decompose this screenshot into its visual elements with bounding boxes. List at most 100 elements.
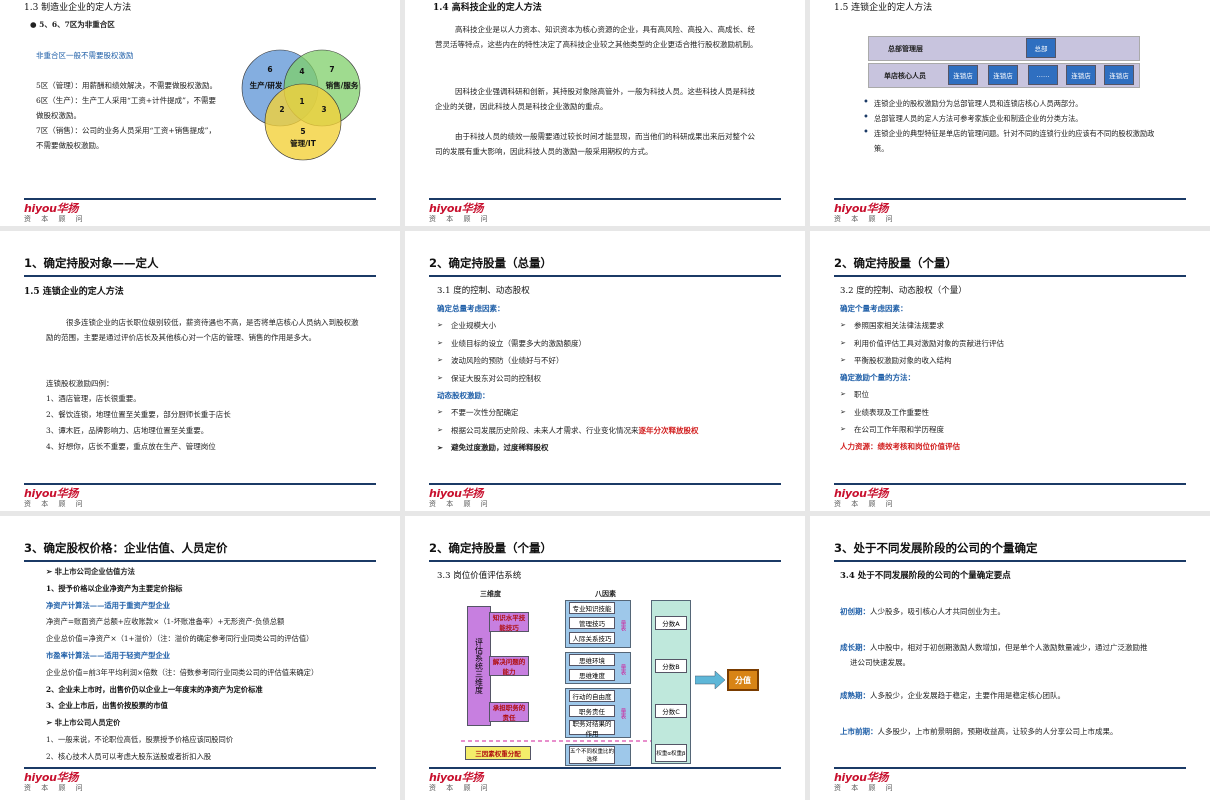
region-2: 2 [279,105,284,114]
label-production: 生产/研发 [250,80,283,90]
slide-1[interactable]: 1.3 制造业企业的定人方法 ● 5、6、7区为非重合区 非重合区一般不需要股权… [0,0,400,226]
factor-heading: 确定个量考虑因素： [840,304,908,313]
stage-desc: 人中股中，相对于初创期激励人数增加，但是单个人激励数量减少，通过广泛激励推进公司… [850,643,1148,667]
stage-desc: 人多股少，上市前景明朗，预期收益高，让较多的人分享公司上市成果。 [877,727,1118,736]
stage-desc: 人少股多，吸引核心人才共同创业为主。 [870,607,1005,616]
dynamic-item-highlight: 逐年分次释放股权 [638,425,699,435]
logo-sub: 资 本 顾 问 [24,215,87,223]
slide-grid: 1.3 制造业企业的定人方法 ● 5、6、7区为非重合区 非重合区一般不需要股权… [0,0,1210,800]
slide-5[interactable]: 2、确定持股量（总量） 3.1 度的控制、动态股权 确定总量考虑因素： 企业规模… [405,231,805,511]
para-1: 高科技企业是以人力资本、知识资本为核心资源的企业，具有高风险、高投入、高成长、经… [435,25,758,49]
org-store-4: 连锁店 [1104,65,1134,85]
factor-item: 平衡股权激励对象的收入结构 [840,352,1180,370]
factor-box: 职务责任 [569,705,615,717]
slide-2[interactable]: 1.4 高科技企业的定人方法 高科技企业是以人力资本、知识资本为核心资源的企业，… [405,0,805,226]
slide-9[interactable]: 3、处于不同发展阶段的公司的个量确定 3.4 处于不同发展阶段的公司的个量确定要… [810,516,1210,800]
stage-initial: 初创期：人少股多，吸引核心人才共同创业为主。 [840,604,1160,619]
org-label-store: 单店核心人员 [884,71,926,80]
bullet-item: 连锁企业的股权激励分为总部管理人员和连锁店核心人员两部分。 [860,96,1160,111]
valuation-line: 净资产=账面资产总额+应收账款×（1-坏账准备率）+无形资产-负债总额 [46,617,285,627]
score-c: 分数C [655,704,687,718]
logo-sub: 资 本 顾 问 [834,500,897,508]
logo-sub: 资 本 顾 问 [834,784,897,792]
factor-item: 企业规模大小 [437,317,777,335]
zone-5: 5区（管理）：用薪酬和绩效解决，不需要做股权激励。 [36,81,218,90]
valuation-line: 1、一般来说，不论职位高低，股票授予价格应该同股同价 [46,734,234,744]
zone-7: 7区（销售）：公司的业务人员采用“工资+销售提成”，不需要做股权激励。 [36,126,216,150]
valuation-line: 1、授予价格以企业净资产为主要定价指标 [46,583,183,593]
title-rule [24,560,376,562]
factor-box: 人际关系技巧 [569,632,615,644]
logo: hiyou华扬资 本 顾 问 [834,485,897,509]
label-sales: 销售/服务 [326,80,359,90]
slide-title: 2、确定持股量（总量） [429,256,553,270]
valuation-line: 3、企业上市后，出售价按股票的市值 [46,701,168,711]
scale-label: 量表 [619,663,626,675]
score-a: 分数A [655,616,687,630]
valuation-list: ➢ 非上市公司企业估值方法 1、授予价格以企业净资产为主要定价指标 净资产计算法——… [46,564,386,766]
slide-4[interactable]: 1、确定持股对象——定人 1.5 连锁企业的定人方法 很多连锁企业的店长职位级别… [0,231,400,511]
method-item: 在公司工作年限和学历程度 [840,421,1180,439]
example-item: 4、好想你，店长不重要，重点放在生产、管理岗位 [46,442,216,451]
weight-ab: 权重α权重β [655,744,687,762]
dynamic-list: 不要一次性分配确定 根据公司发展历史阶段、未来人才需求、行业变化情况来逐年分次释… [437,404,787,457]
venn-diagram: 6 生产/研发 7 销售/服务 4 2 1 3 5 管理/IT [241,49,361,161]
slide-6[interactable]: 2、确定持股量（个量） 3.2 度的控制、动态股权（个量） 确定个量考虑因素： … [810,231,1210,511]
region-7: 7 [329,65,334,74]
slide-title: 3、确定股权价格：企业估值、人员定价 [24,541,228,555]
logo: hiyou华扬资 本 顾 问 [429,485,492,509]
stage-key: 成熟期： [840,691,870,700]
method-item: 职位 [840,386,1180,404]
weight-options: 五个不同权重比的选择 [569,746,615,764]
stage-key: 初创期： [840,607,870,616]
slide-3[interactable]: 1.5 连锁企业的定人方法 总部管理层 单店核心人员 总部 连锁店 连锁店 ……… [810,0,1210,226]
title-rule [834,560,1186,562]
bullet-text: 5、6、7区为非重合区 [39,20,115,29]
logo: hiyou华扬资 本 顾 问 [24,769,87,793]
example-item: 1、酒店管理，店长很重要。 [46,394,141,403]
valuation-line: ➢ 非上市公司人员定价 [46,715,386,732]
valuation-line: 2、核心技术人员可以考虑大股东送股或者折扣入股 [46,751,212,761]
factor-box: 管理技巧 [569,617,615,629]
slide-7[interactable]: 3、确定股权价格：企业估值、人员定价 ➢ 非上市公司企业估值方法 1、授予价格以企… [0,516,400,800]
circle-management [264,83,342,161]
section-title: 3.3 岗位价值评估系统 [437,571,522,581]
stage-desc: 人多股少，企业发展趋于稳定，主要作用是稳定核心团队。 [870,691,1065,700]
valuation-line-text: 非上市公司企业估值方法 [54,567,135,576]
dimension-responsibility: 承担职务的责任 [489,702,529,722]
scale-label: 量表 [619,619,626,631]
zone-6: 6区（生产）：生产工人采用“工资+计件提成”，不需要做股权激励。 [36,96,216,120]
stage-growth: 成长期：人中股中，相对于初创期激励人数增加，但是单个人激励数量减少，通过广泛激励… [840,640,1152,670]
title-rule [834,275,1186,277]
bullet-list: 连锁企业的股权激励分为总部管理人员和连锁店核心人员两部分。 总部管理人员的定人方… [860,96,1160,156]
section-title: 3.2 度的控制、动态股权（个量） [840,286,967,296]
score-b: 分数B [655,659,687,673]
valuation-line: 净资产计算法——适用于重资产型企业 [46,600,171,610]
logo-sub: 资 本 顾 问 [834,215,897,223]
factor-box: 行动的自由度 [569,690,615,702]
logo-sub: 资 本 顾 问 [429,784,492,792]
factor-box: 专业知识技能 [569,602,615,614]
stage-key: 上市前期： [840,727,878,736]
valuation-line: ➢ 非上市公司企业估值方法 [46,564,386,581]
slide-title: 2、确定持股量（个量） [429,541,553,555]
stage-preipo: 上市前期：人多股少，上市前景明朗，预期收益高，让较多的人分享公司上市成果。 [840,724,1170,739]
factor-heading: 确定总量考虑因素： [437,304,505,313]
para-2: 因科技企业强调科研和创新，其持股对象除高管外，一般为科技人员。这些科技人员是科技… [435,87,755,111]
factor-item: 利用价值评估工具对激励对象的贡献进行评估 [840,335,1180,353]
dimension-problem: 解决问题的能力 [489,656,529,676]
valuation-line-text: 非上市公司人员定价 [54,718,121,728]
bullet: ● 5、6、7区为非重合区 [30,17,115,32]
factor-item: 波动风险的预防（业绩好与不好） [437,352,777,370]
logo-sub: 资 本 顾 问 [429,215,492,223]
example-item: 2、餐饮连锁，地理位置至关重要，部分厨师长重于店长 [46,410,231,419]
result-arrow-icon [695,670,726,690]
logo-sub: 资 本 顾 问 [429,500,492,508]
org-store-1: 连锁店 [948,65,978,85]
factor-box: 思维难度 [569,669,615,681]
example-item: 3、谭木匠，品牌影响力、店地理位置至关重要。 [46,426,209,435]
title-rule [429,560,781,562]
factor-item: 保证大股东对公司的控制权 [437,370,777,388]
slide-8[interactable]: 2、确定持股量（个量） 3.3 岗位价值评估系统 三维度 八因素 评估系统三维度… [405,516,805,800]
logo: hiyou华扬资 本 顾 问 [429,200,492,224]
